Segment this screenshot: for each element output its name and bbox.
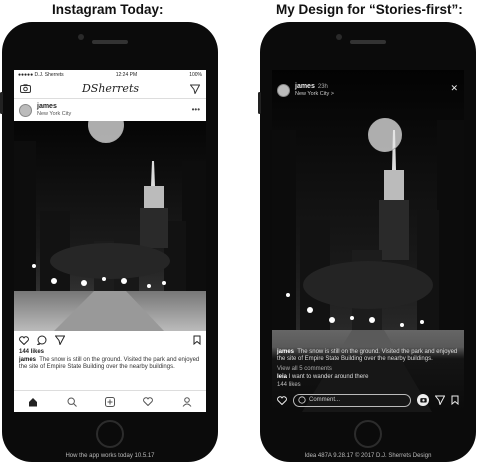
status-bar: [272, 70, 464, 79]
post-time: 23h: [317, 83, 328, 90]
profile-icon[interactable]: [182, 396, 192, 407]
phone-instagram-today: ●●●●● D.J. Sherrets 12:24 PM 100% DSherr…: [0, 22, 218, 462]
camera-button[interactable]: [417, 394, 429, 406]
caption-text: The snow is still on the ground. Visited…: [277, 349, 458, 362]
battery: 100%: [189, 71, 202, 78]
story-action-bar: Comment...: [277, 392, 459, 408]
comment-username[interactable]: leia: [277, 374, 287, 380]
screen: ●●●●● D.J. Sherrets 12:24 PM 100% DSherr…: [14, 70, 206, 412]
view-all-comments-link[interactable]: View all 5 comments: [277, 366, 459, 372]
screen: james 23h New York City > ✕ james The sno…: [272, 70, 464, 412]
more-options-icon[interactable]: •••: [192, 105, 200, 114]
speaker: [350, 40, 386, 44]
likes-count[interactable]: 144 likes: [277, 382, 459, 388]
tab-bar: [14, 390, 206, 412]
comment: leia I want to wander around there: [277, 374, 459, 380]
post-header: james New York City •••: [14, 99, 206, 121]
bookmark-icon[interactable]: [451, 395, 459, 405]
username-text[interactable]: james: [295, 83, 315, 90]
home-button[interactable]: [96, 420, 124, 448]
phone-stories-first: james 23h New York City > ✕ james The sno…: [258, 22, 476, 462]
app-header: DSherrets: [14, 79, 206, 99]
caption-text: The snow is still on the ground. Visited…: [19, 357, 200, 370]
clock: 12:24 PM: [115, 71, 138, 78]
comment-text: I want to wander around there: [288, 374, 369, 380]
post-location[interactable]: New York City: [37, 111, 71, 118]
speaker: [92, 40, 128, 44]
front-camera: [336, 34, 342, 40]
camera-icon[interactable]: [20, 84, 31, 93]
home-button[interactable]: [354, 420, 382, 448]
story-header: james 23h New York City > ✕: [272, 79, 464, 101]
comment-placeholder: Comment...: [309, 397, 341, 403]
share-icon[interactable]: [55, 335, 65, 345]
avatar[interactable]: [19, 103, 32, 117]
bookmark-icon[interactable]: [193, 335, 201, 345]
heart-icon[interactable]: [277, 395, 287, 405]
city-night-photo: [14, 121, 206, 331]
camera-icon: [419, 398, 427, 403]
heading-instagram-today: Instagram Today:: [52, 2, 164, 17]
caption-username[interactable]: james: [277, 349, 294, 355]
avatar[interactable]: [277, 83, 290, 97]
right-footer-caption: Idea 487A 9.28.17 © 2017 D.J. Sherrets D…: [304, 453, 432, 459]
comment-icon[interactable]: [37, 335, 47, 345]
caption-username[interactable]: james: [19, 357, 36, 363]
post-username[interactable]: james 23h: [295, 83, 334, 91]
app-logo: DSherrets: [81, 82, 140, 95]
post-actions: [14, 331, 206, 349]
highlight-circle: [368, 118, 402, 152]
home-icon[interactable]: [28, 397, 38, 407]
front-camera: [78, 34, 84, 40]
direct-message-icon[interactable]: [189, 84, 200, 94]
post-username[interactable]: james: [37, 103, 71, 111]
carrier: ●●●●● D.J. Sherrets: [18, 71, 64, 78]
story-footer: james The snow is still on the ground. V…: [272, 347, 464, 412]
share-icon[interactable]: [435, 395, 445, 405]
caption: james The snow is still on the ground. V…: [14, 355, 206, 371]
status-bar: ●●●●● D.J. Sherrets 12:24 PM 100%: [14, 70, 206, 79]
post-photo[interactable]: [14, 121, 206, 331]
search-icon[interactable]: [67, 396, 77, 407]
heart-icon[interactable]: [19, 335, 29, 345]
comment-input[interactable]: Comment...: [293, 393, 411, 407]
left-footer-caption: How the app works today 10.5.17: [65, 453, 155, 459]
close-icon[interactable]: ✕: [450, 83, 458, 94]
caption: james The snow is still on the ground. V…: [277, 347, 459, 363]
post-location[interactable]: New York City >: [295, 91, 334, 98]
comment-icon: [298, 396, 306, 404]
new-post-icon[interactable]: [104, 396, 115, 407]
activity-heart-icon[interactable]: [143, 397, 154, 406]
heading-stories-first: My Design for “Stories-first”:: [276, 2, 463, 17]
